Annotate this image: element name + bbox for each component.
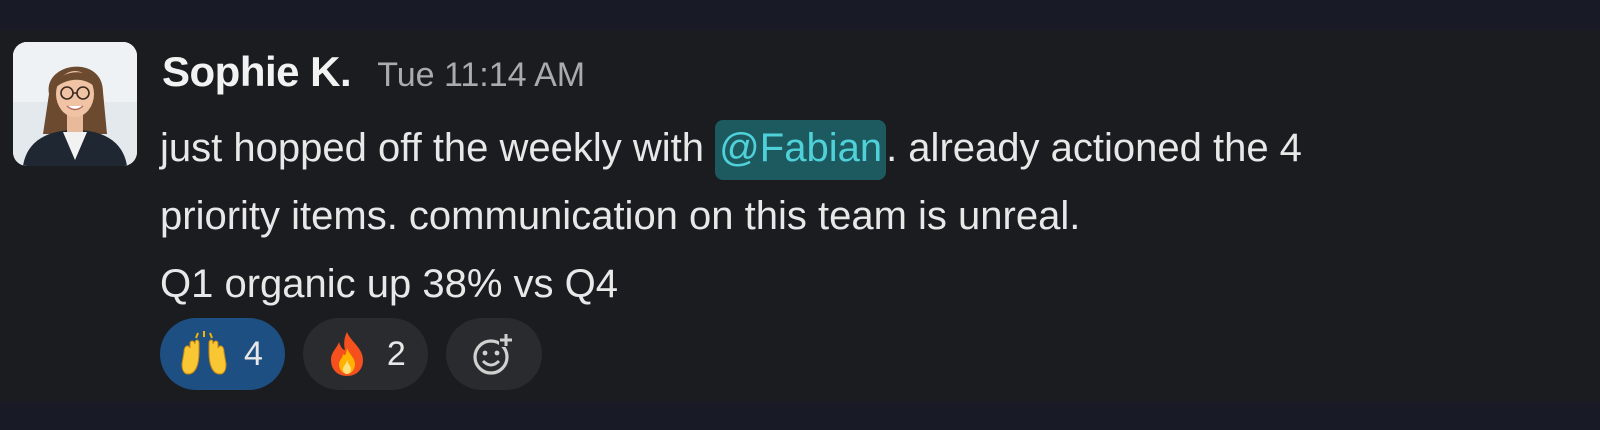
message-line-1: just hopped off the weekly with @Fabian.… — [160, 114, 1580, 182]
author-name[interactable]: Sophie K. — [162, 48, 352, 96]
raising-hands-icon — [181, 331, 227, 375]
message-header: Sophie K. Tue 11:14 AM — [162, 48, 585, 104]
user-mention[interactable]: @Fabian — [715, 120, 887, 180]
add-reaction-icon — [473, 333, 513, 375]
message-text-segment: . already actioned the 4 — [886, 126, 1302, 170]
message-line-3: Q1 organic up 38% vs Q4 — [160, 262, 619, 306]
message-timestamp[interactable]: Tue 11:14 AM — [377, 56, 585, 95]
reaction-count: 4 — [244, 334, 263, 373]
add-reaction-button[interactable] — [445, 318, 542, 390]
reaction-count: 2 — [386, 334, 406, 373]
avatar[interactable] — [13, 42, 137, 166]
reactions-bar: 4 2 — [160, 318, 542, 390]
message-text-segment: just hopped off the weekly with — [160, 126, 716, 170]
avatar-photo — [13, 42, 137, 166]
reaction-raising-hands[interactable]: 4 — [160, 318, 285, 390]
top-frame — [0, 0, 1600, 30]
message-body: just hopped off the weekly with @Fabian.… — [160, 114, 1580, 318]
message-line-2: priority items. communication on this te… — [160, 194, 1081, 238]
bottom-frame — [0, 402, 1600, 430]
fire-icon — [330, 332, 363, 376]
reaction-fire[interactable]: 2 — [302, 318, 428, 390]
